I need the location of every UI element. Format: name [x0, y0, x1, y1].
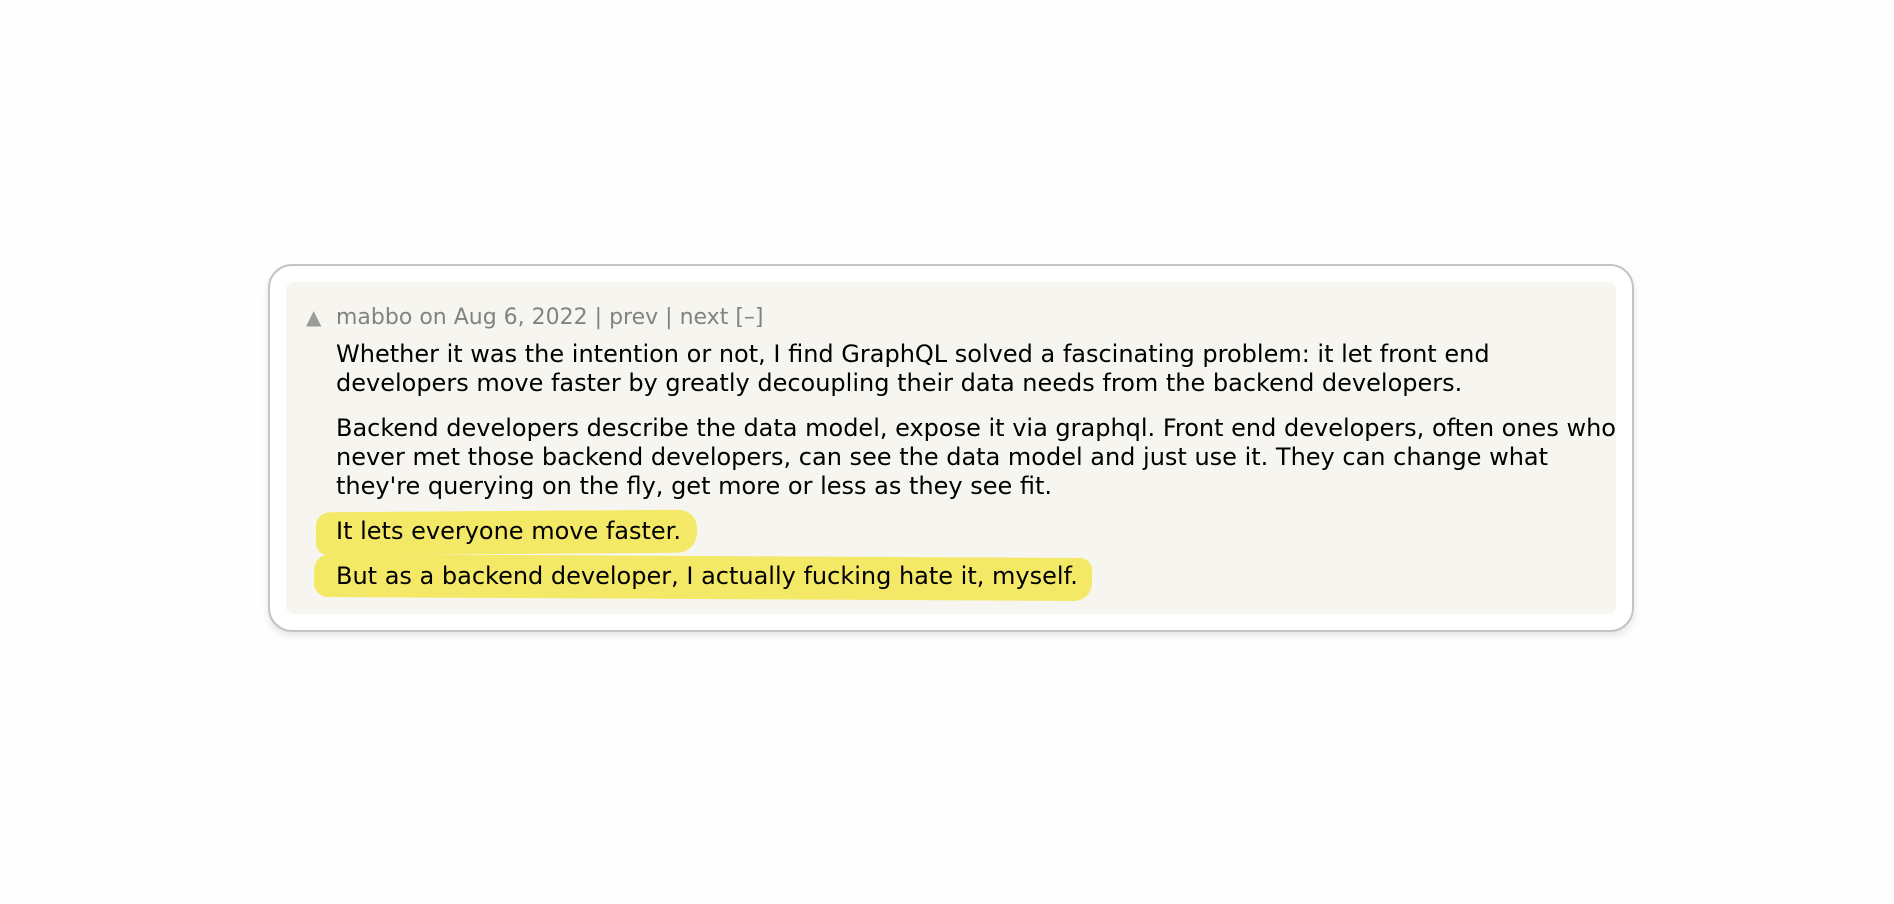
next-link[interactable]: next — [680, 305, 729, 330]
author-link[interactable]: mabbo — [336, 305, 412, 330]
comment-body: Whether it was the intention or not, I f… — [336, 340, 1626, 607]
comment-container: ▲ mabbo on Aug 6, 2022 | prev | next [–] … — [286, 282, 1616, 614]
prev-link[interactable]: prev — [609, 305, 658, 330]
comment-date-link[interactable]: Aug 6, 2022 — [454, 305, 588, 330]
comment-paragraph: Whether it was the intention or not, I f… — [336, 340, 1490, 397]
upvote-triangle-icon[interactable]: ▲ — [306, 302, 336, 332]
highlighted-text: It lets everyone move faster. — [336, 517, 681, 545]
comment-card: ▲ mabbo on Aug 6, 2022 | prev | next [–] … — [268, 264, 1634, 632]
highlighted-text: But as a backend developer, I actually f… — [336, 562, 1078, 590]
comment-header: ▲ mabbo on Aug 6, 2022 | prev | next [–] — [306, 302, 764, 333]
on-text: on — [419, 305, 447, 330]
separator: | — [665, 305, 673, 330]
collapse-toggle[interactable]: [–] — [735, 305, 763, 330]
comment-paragraph: Backend developers describe the data mod… — [336, 414, 1616, 500]
comment-paragraph-highlighted: But as a backend developer, I actually f… — [336, 562, 1626, 591]
separator: | — [594, 305, 603, 330]
comment-paragraph-highlighted: It lets everyone move faster. — [336, 517, 1626, 546]
